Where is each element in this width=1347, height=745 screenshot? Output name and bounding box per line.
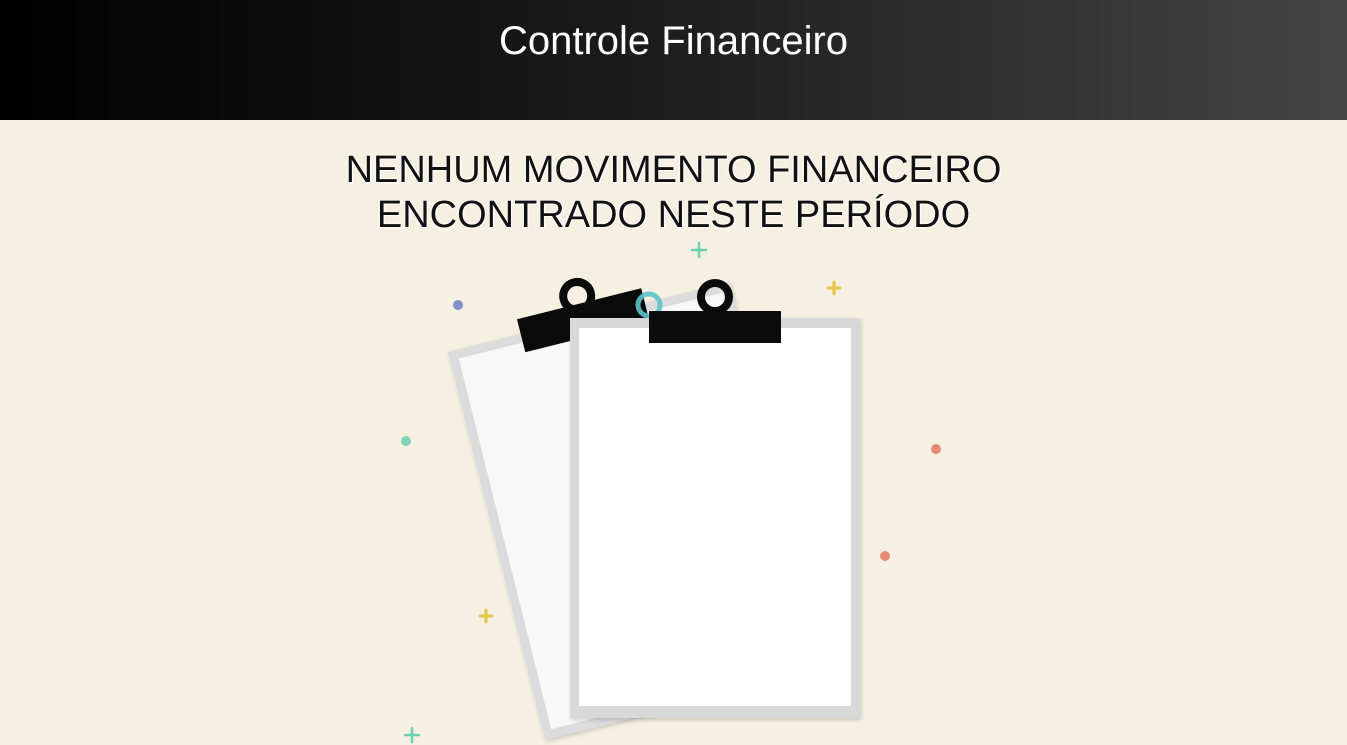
app-title: Controle Financeiro — [498, 19, 849, 63]
empty-state-line-1: NENHUM MOVIMENTO FINANCEIRO — [345, 149, 1002, 191]
empty-state-message: NENHUM MOVIMENTO FINANCEIRO ENCONTRADO N… — [0, 148, 1347, 238]
clipboard-front — [570, 279, 860, 718]
app-header: Controle Financeiro — [0, 0, 1347, 120]
empty-clipboards-illustration — [401, 241, 941, 744]
